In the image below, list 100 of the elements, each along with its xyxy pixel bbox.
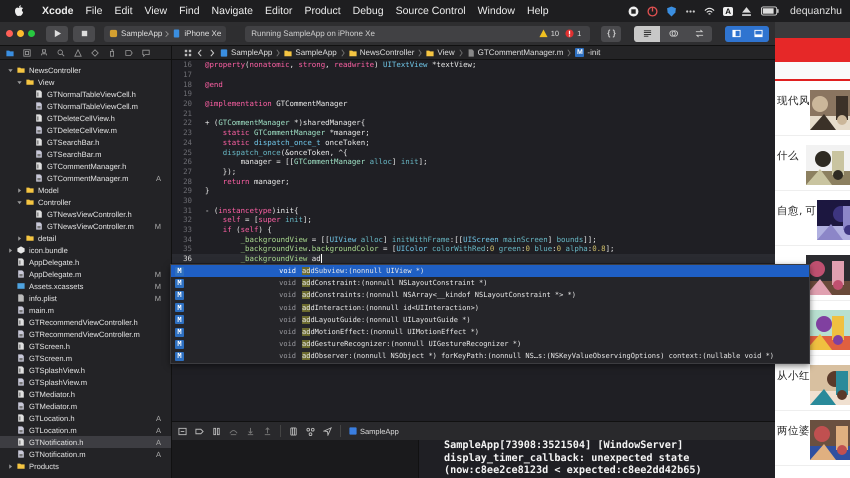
menu-item[interactable]: Xcode	[36, 5, 80, 17]
chevron-icon	[418, 48, 422, 56]
search-icon[interactable]	[57, 48, 65, 56]
hierarchy-icon[interactable]	[40, 48, 48, 56]
file-icon	[35, 138, 43, 146]
news-item[interactable]: 自愈, 可	[775, 191, 850, 246]
search-bar[interactable]	[775, 62, 850, 81]
menu-item[interactable]: Help	[520, 5, 555, 17]
file-icon	[17, 426, 25, 434]
menu-item[interactable]: Editor	[259, 5, 298, 17]
spray-icon[interactable]	[108, 48, 116, 56]
arrows-icon	[694, 29, 704, 38]
disclosure-icon[interactable]	[17, 80, 22, 84]
memory-graph-icon[interactable]	[306, 426, 315, 436]
rings-icon	[668, 29, 678, 38]
file-icon	[17, 366, 25, 374]
bundle-icon	[17, 246, 25, 254]
file-icon	[17, 402, 25, 410]
square-icon[interactable]	[23, 48, 31, 56]
news-title: 现代风	[777, 94, 810, 108]
menu-item[interactable]: File	[80, 5, 108, 17]
disclosure-icon[interactable]	[17, 200, 22, 204]
menu-item[interactable]: Navigate	[206, 5, 259, 17]
input-source-indicator[interactable]: A	[723, 6, 734, 16]
step-out-icon[interactable]	[263, 426, 272, 436]
file-icon	[17, 258, 25, 266]
file-icon	[17, 354, 25, 362]
menu-item[interactable]: Window	[472, 5, 521, 17]
disclosure-icon[interactable]	[8, 248, 13, 252]
speech-bubble-icon[interactable]	[142, 48, 150, 56]
back-icon[interactable]	[196, 48, 204, 56]
minimize-button[interactable]	[17, 30, 24, 37]
shield-icon[interactable]	[666, 6, 678, 16]
folder-icon	[348, 48, 357, 56]
warning-icon[interactable]	[74, 48, 82, 56]
power-icon[interactable]	[647, 6, 658, 16]
file-icon	[35, 150, 43, 158]
grid-icon[interactable]	[184, 48, 192, 56]
news-item[interactable]: 现代风	[775, 81, 850, 136]
pause-icon[interactable]	[212, 426, 221, 436]
apple-icon[interactable]	[14, 5, 24, 17]
eject-icon[interactable]	[741, 6, 752, 16]
menu-item[interactable]: Edit	[108, 5, 139, 17]
phone-icon	[172, 29, 182, 38]
wifi-icon[interactable]	[704, 6, 716, 16]
log-line: (now:c8ee2ce8123d < expected:c8ee2dd42b65)	[444, 465, 703, 478]
disclosure-icon[interactable]	[8, 68, 13, 72]
zoom-button[interactable]	[28, 30, 35, 37]
menu-item[interactable]: Debug	[346, 5, 390, 17]
file-icon	[17, 450, 25, 458]
file-icon	[17, 294, 25, 302]
user-name[interactable]: dequanzhu	[790, 5, 842, 17]
close-button[interactable]	[6, 30, 13, 37]
tag-icon[interactable]	[125, 48, 133, 56]
menu-item[interactable]: View	[138, 5, 174, 17]
diamond-icon[interactable]	[91, 48, 99, 56]
library-button[interactable]	[601, 26, 621, 42]
breadcrumb[interactable]: GTCommentManager.m	[466, 48, 564, 57]
standard-editor-button[interactable]	[634, 26, 660, 42]
chevron-icon	[340, 48, 345, 56]
news-title: 什么	[777, 149, 799, 163]
breadcrumb[interactable]: SampleApp	[220, 48, 272, 57]
chevron-icon	[276, 48, 280, 56]
disclosure-icon[interactable]	[17, 188, 22, 192]
warning-icon[interactable]	[538, 29, 548, 38]
battery-icon[interactable]	[761, 6, 780, 16]
view-debugger-icon[interactable]	[289, 426, 298, 436]
breadcrumb[interactable]: NewsController	[348, 48, 414, 57]
forward-icon[interactable]	[208, 48, 216, 56]
console-toggle-icon[interactable]	[178, 426, 187, 436]
record-icon[interactable]	[628, 6, 640, 16]
breakpoint-icon[interactable]	[195, 426, 204, 436]
disclosure-icon[interactable]	[8, 464, 13, 468]
folder-icon	[426, 48, 434, 56]
app-icon	[349, 427, 357, 435]
play-icon	[52, 29, 62, 38]
error-icon[interactable]	[565, 29, 574, 38]
navigator-toggle-button[interactable]	[725, 26, 747, 42]
folder-icon[interactable]	[6, 48, 14, 56]
menu-item[interactable]: Source Control	[390, 5, 472, 17]
location-icon[interactable]	[323, 426, 332, 436]
file-icon	[17, 414, 25, 422]
debug-area-toggle-button[interactable]	[747, 26, 769, 42]
menu-item[interactable]: Find	[173, 5, 206, 17]
breadcrumb[interactable]: View	[426, 48, 455, 57]
disclosure-icon[interactable]	[17, 236, 22, 240]
step-into-icon[interactable]	[246, 426, 255, 436]
news-item[interactable]: 什么	[775, 136, 850, 191]
news-item[interactable]: 两位婆	[775, 411, 850, 466]
stop-button[interactable]	[73, 26, 95, 42]
breadcrumb[interactable]: SampleApp	[284, 48, 337, 57]
activity-status: Running SampleApp on iPhone Xe	[251, 29, 375, 38]
text-cursor	[320, 254, 322, 264]
news-title: 从小红	[777, 369, 810, 383]
news-item[interactable]: 从小红	[775, 356, 850, 411]
run-button[interactable]	[46, 26, 68, 42]
menu-item[interactable]: Product	[298, 5, 347, 17]
file-icon	[17, 306, 25, 314]
file-icon	[35, 126, 43, 134]
scheme-selector[interactable]: SampleApp iPhone Xe	[104, 26, 226, 42]
